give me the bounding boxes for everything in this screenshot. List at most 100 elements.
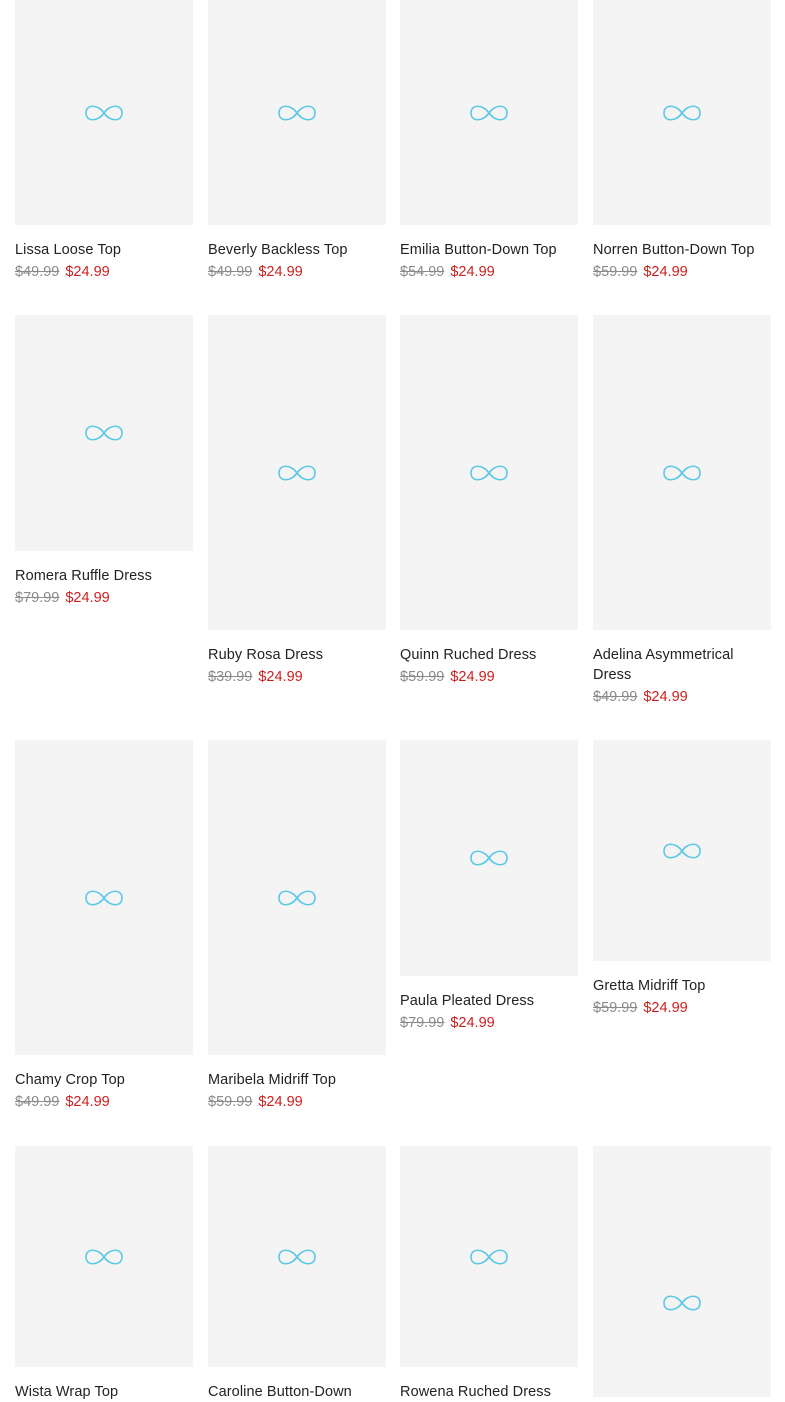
- original-price: $49.99: [15, 264, 60, 280]
- product-name[interactable]: Caroline Button-Down: [208, 1382, 386, 1402]
- loading-infinity-icon: [663, 464, 701, 481]
- product-card: Ruby Rosa Dress $39.99 $24.99: [208, 315, 386, 687]
- loading-infinity-icon: [85, 104, 123, 121]
- original-price: $59.99: [400, 669, 445, 685]
- product-name[interactable]: Wista Wrap Top: [15, 1382, 193, 1402]
- product-name[interactable]: Ruby Rosa Dress: [208, 645, 386, 665]
- original-price: $54.99: [400, 264, 445, 280]
- loading-infinity-icon: [470, 1248, 508, 1265]
- product-name[interactable]: Beverly Backless Top: [208, 240, 386, 260]
- product-prices: $49.99 $24.99: [15, 262, 193, 282]
- product-image-link[interactable]: [400, 1146, 578, 1367]
- loading-infinity-icon: [278, 104, 316, 121]
- loading-infinity-icon: [663, 842, 701, 859]
- loading-infinity-icon: [278, 889, 316, 906]
- product-image-link[interactable]: [15, 315, 193, 551]
- product-image-link[interactable]: [400, 0, 578, 225]
- sale-price: $24.99: [258, 264, 303, 280]
- original-price: $49.99: [15, 1094, 60, 1110]
- product-card: Adelina Asymmetrical Dress $49.99 $24.99: [593, 315, 771, 707]
- product-prices: $49.99 $24.99: [208, 262, 386, 282]
- product-name[interactable]: Chamy Crop Top: [15, 1070, 193, 1090]
- sale-price: $24.99: [450, 264, 495, 280]
- product-prices: $59.99 $24.99: [593, 998, 771, 1018]
- product-card: Gretta Midriff Top $59.99 $24.99: [593, 740, 771, 1018]
- product-grid: Lissa Loose Top $49.99 $24.99 Beverly Bac…: [0, 0, 785, 1400]
- product-name[interactable]: Romera Ruffle Dress: [15, 566, 193, 586]
- product-card: [593, 1146, 771, 1397]
- product-card: Norren Button-Down Top $59.99 $24.99: [593, 0, 771, 282]
- product-card: Maribela Midriff Top $59.99 $24.99: [208, 740, 386, 1112]
- loading-infinity-icon: [470, 850, 508, 866]
- product-prices: $54.99 $24.99: [400, 262, 578, 282]
- product-image-link[interactable]: [208, 740, 386, 1055]
- original-price: $59.99: [593, 264, 638, 280]
- sale-price: $24.99: [258, 1094, 303, 1110]
- original-price: $79.99: [15, 590, 60, 606]
- product-image-link[interactable]: [15, 1146, 193, 1367]
- original-price: $39.99: [208, 669, 253, 685]
- product-name[interactable]: Gretta Midriff Top: [593, 976, 771, 996]
- product-card: Caroline Button-Down: [208, 1146, 386, 1402]
- product-card: Lissa Loose Top $49.99 $24.99: [15, 0, 193, 282]
- product-name[interactable]: Quinn Ruched Dress: [400, 645, 578, 665]
- sale-price: $24.99: [65, 264, 110, 280]
- sale-price: $24.99: [643, 1000, 688, 1016]
- product-prices: $59.99 $24.99: [400, 667, 578, 687]
- product-image-link[interactable]: [593, 315, 771, 630]
- original-price: $59.99: [208, 1094, 253, 1110]
- product-card: Romera Ruffle Dress $79.99 $24.99: [15, 315, 193, 608]
- product-image-link[interactable]: [400, 315, 578, 630]
- product-prices: $49.99 $24.99: [15, 1092, 193, 1112]
- original-price: $49.99: [593, 689, 638, 705]
- product-prices: $79.99 $24.99: [15, 588, 193, 608]
- product-image-link[interactable]: [15, 740, 193, 1055]
- product-image-link[interactable]: [593, 740, 771, 961]
- loading-infinity-icon: [85, 1248, 123, 1265]
- product-card: Beverly Backless Top $49.99 $24.99: [208, 0, 386, 282]
- product-card: Wista Wrap Top: [15, 1146, 193, 1402]
- product-name[interactable]: Norren Button-Down Top: [593, 240, 771, 260]
- product-image-link[interactable]: [208, 1146, 386, 1367]
- product-name[interactable]: Maribela Midriff Top: [208, 1070, 386, 1090]
- sale-price: $24.99: [65, 590, 110, 606]
- loading-infinity-icon: [278, 1248, 316, 1265]
- original-price: $79.99: [400, 1015, 445, 1031]
- loading-infinity-icon: [470, 104, 508, 121]
- product-image-link[interactable]: [208, 315, 386, 630]
- sale-price: $24.99: [643, 264, 688, 280]
- product-image-link[interactable]: [15, 0, 193, 225]
- product-name[interactable]: Adelina Asymmetrical Dress: [593, 645, 771, 685]
- product-prices: $49.99 $24.99: [593, 687, 771, 707]
- sale-price: $24.99: [643, 689, 688, 705]
- loading-infinity-icon: [663, 104, 701, 121]
- loading-infinity-icon: [85, 889, 123, 906]
- loading-infinity-icon: [278, 464, 316, 481]
- loading-infinity-icon: [85, 425, 123, 441]
- product-name[interactable]: Paula Pleated Dress: [400, 991, 578, 1011]
- sale-price: $24.99: [65, 1094, 110, 1110]
- product-name[interactable]: Rowena Ruched Dress: [400, 1382, 578, 1402]
- sale-price: $24.99: [258, 669, 303, 685]
- sale-price: $24.99: [450, 669, 495, 685]
- product-card: Chamy Crop Top $49.99 $24.99: [15, 740, 193, 1112]
- loading-infinity-icon: [470, 464, 508, 481]
- product-name[interactable]: Emilia Button-Down Top: [400, 240, 578, 260]
- original-price: $59.99: [593, 1000, 638, 1016]
- product-card: Emilia Button-Down Top $54.99 $24.99: [400, 0, 578, 282]
- product-prices: $79.99 $24.99: [400, 1013, 578, 1033]
- product-prices: $59.99 $24.99: [593, 262, 771, 282]
- product-name[interactable]: Lissa Loose Top: [15, 240, 193, 260]
- product-card: Rowena Ruched Dress: [400, 1146, 578, 1402]
- original-price: $49.99: [208, 264, 253, 280]
- sale-price: $24.99: [450, 1015, 495, 1031]
- product-prices: $59.99 $24.99: [208, 1092, 386, 1112]
- product-image-link[interactable]: [400, 740, 578, 976]
- product-prices: $39.99 $24.99: [208, 667, 386, 687]
- product-card: Paula Pleated Dress $79.99 $24.99: [400, 740, 578, 1033]
- loading-infinity-icon: [663, 1294, 701, 1311]
- product-image-link[interactable]: [593, 0, 771, 225]
- product-card: Quinn Ruched Dress $59.99 $24.99: [400, 315, 578, 687]
- product-image-link[interactable]: [208, 0, 386, 225]
- product-image-link[interactable]: [593, 1146, 771, 1397]
